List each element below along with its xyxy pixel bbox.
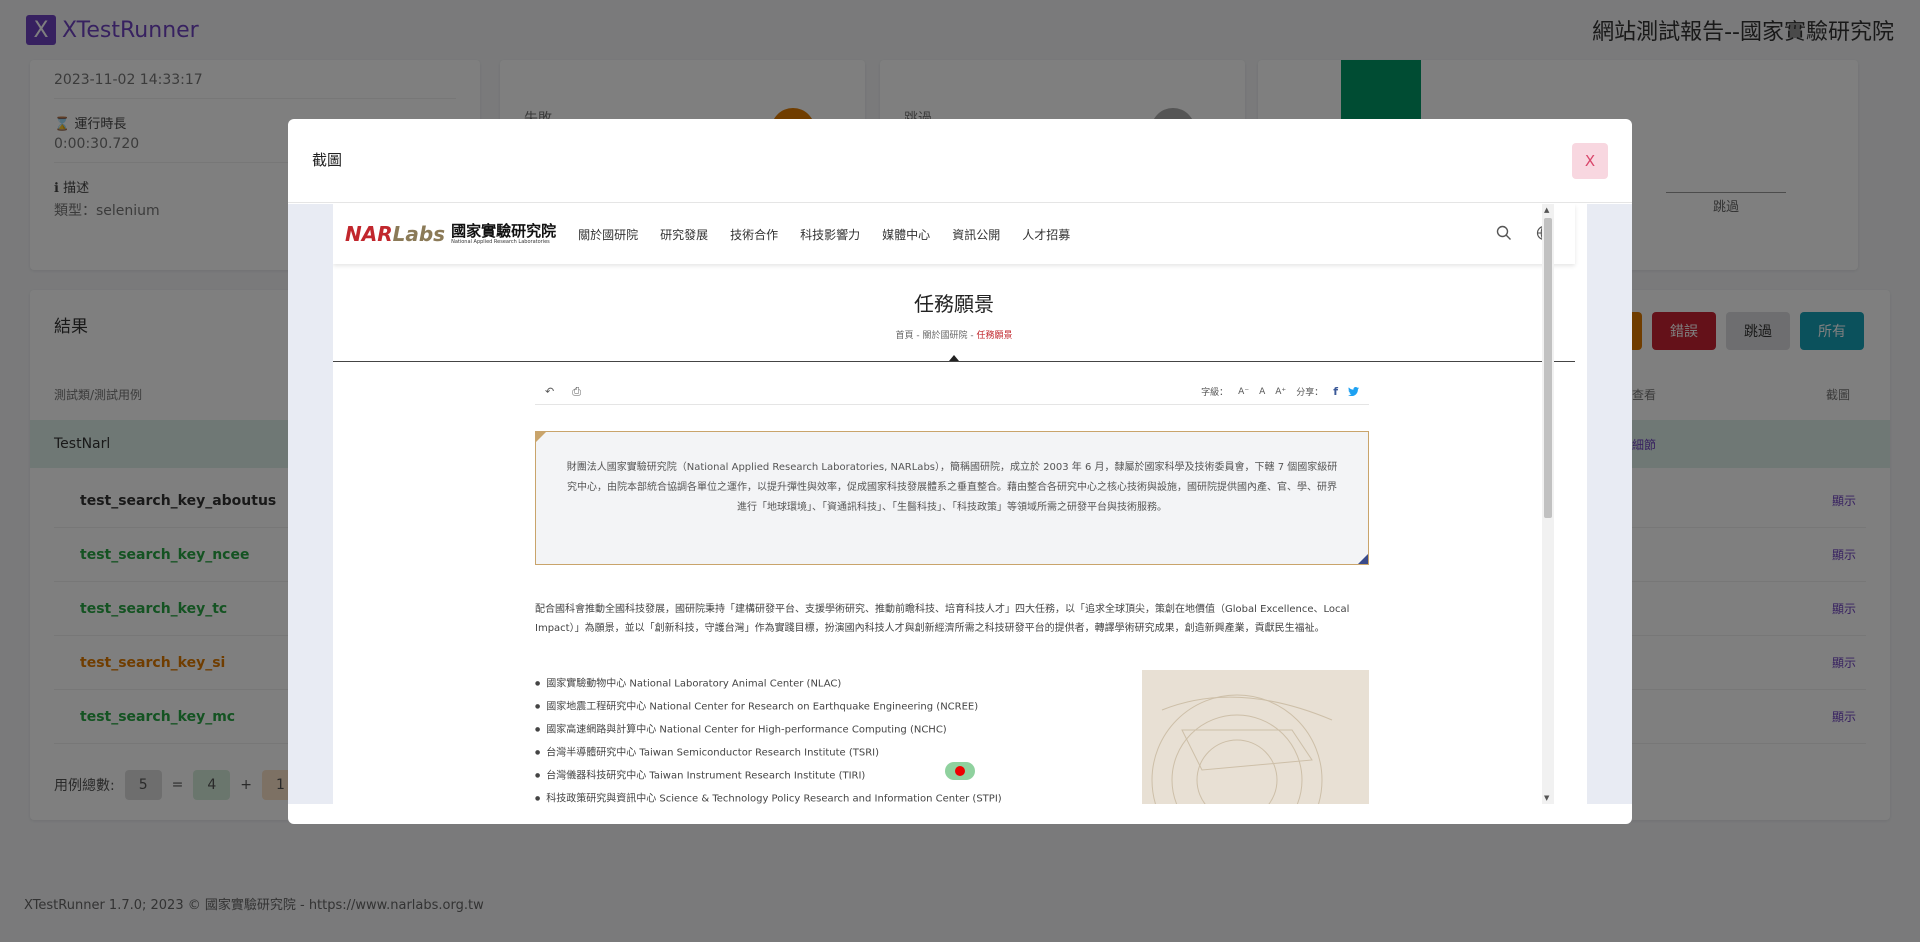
site-heading-rule	[333, 361, 1575, 362]
decorative-image	[1142, 670, 1369, 804]
record-dot-icon	[955, 766, 965, 776]
site-heading-marker	[949, 355, 959, 361]
print-icon: ⎙	[572, 384, 582, 398]
quote-corner-decoration	[536, 432, 546, 442]
site-intro-text: 財團法人國家實驗研究院（National Applied Research La…	[566, 462, 1338, 513]
site-nav-item: 科技影響力	[800, 227, 861, 242]
font-large-icon: A⁺	[1275, 386, 1287, 397]
site-nav: 關於國研院 研究發展 技術合作 科技影響力 媒體中心 資訊公開 人才招募	[578, 226, 1070, 243]
list-item: 台灣儀器科技研究中心 Taiwan Instrument Research In…	[535, 764, 1015, 787]
logo-text: 國家實驗研究院 National Applied Research Labora…	[451, 223, 556, 246]
site-intro-box: 財團法人國家實驗研究院（National Applied Research La…	[535, 431, 1369, 565]
logo-wordmark: NARLabs	[345, 222, 446, 246]
logo-zh: 國家實驗研究院	[451, 221, 557, 240]
site-nav-item: 人才招募	[1022, 227, 1071, 242]
site-tools-right: 字級： A⁻ A A⁺ 分享： f	[1201, 385, 1369, 398]
modal-divider	[288, 202, 1632, 203]
site-nav-item: 資訊公開	[952, 227, 1001, 242]
facebook-icon: f	[1333, 385, 1338, 398]
scroll-thumb[interactable]	[1544, 218, 1552, 518]
site-tools-left: ↶ ⎙	[535, 385, 581, 399]
site-page-heading: 任務願景	[914, 292, 994, 316]
search-icon	[1496, 225, 1511, 240]
screenshot-image: NARLabs 國家實驗研究院 National Applied Researc…	[333, 204, 1587, 804]
list-item: 科技政策研究與資訊中心 Science & Technology Policy …	[535, 787, 1015, 805]
scroll-down-icon[interactable]: ▼	[1544, 794, 1549, 802]
narlabs-logo: NARLabs 國家實驗研究院 National Applied Researc…	[345, 222, 556, 246]
screenshot-area: NARLabs 國家實驗研究院 National Applied Researc…	[288, 204, 1632, 804]
site-nav-item: 媒體中心	[882, 227, 931, 242]
site-header: NARLabs 國家實驗研究院 National Applied Researc…	[333, 204, 1575, 264]
site-centers-list: 國家實驗動物中心 National Laboratory Animal Cent…	[535, 672, 1015, 805]
font-normal-icon: A	[1259, 386, 1266, 397]
screenshot-modal: 截圖 X NARLabs 國家實驗研究院 National Applied Re…	[288, 119, 1632, 824]
close-button[interactable]: X	[1572, 143, 1608, 179]
list-item: 國家高速網路與計算中心 National Center for High-per…	[535, 718, 1015, 741]
back-icon: ↶	[545, 384, 555, 398]
site-toolbar: ↶ ⎙ 字級： A⁻ A A⁺ 分享： f	[535, 379, 1369, 405]
scroll-up-icon[interactable]: ▲	[1544, 206, 1549, 214]
site-breadcrumb: 首頁 - 關於國研院 - 任務願景	[895, 331, 1013, 341]
list-item: 台灣半導體研究中心 Taiwan Semiconductor Research …	[535, 741, 1015, 764]
font-size-label: 字級：	[1201, 388, 1229, 398]
quote-corner-decoration	[1358, 554, 1368, 564]
list-item: 國家地震工程研究中心 National Center for Research …	[535, 695, 1015, 718]
twitter-icon	[1348, 387, 1359, 396]
font-small-icon: A⁻	[1238, 386, 1250, 397]
logo-en: National Applied Research Laboratories	[451, 238, 550, 245]
share-label: 分享：	[1296, 388, 1324, 398]
site-body-paragraph: 配合國科會推動全國科技發展，國研院秉持「建構研發平台、支援學術研究、推動前瞻科技…	[535, 604, 1350, 634]
site-nav-item: 研究發展	[660, 227, 709, 242]
site-nav-item: 關於國研院	[578, 227, 639, 242]
modal-title: 截圖	[312, 151, 343, 169]
site-nav-item: 技術合作	[730, 227, 779, 242]
screenshot-scrollbar[interactable]: ▲ ▼	[1542, 204, 1554, 804]
list-item: 國家實驗動物中心 National Laboratory Animal Cent…	[535, 672, 1015, 695]
record-indicator	[945, 762, 975, 780]
